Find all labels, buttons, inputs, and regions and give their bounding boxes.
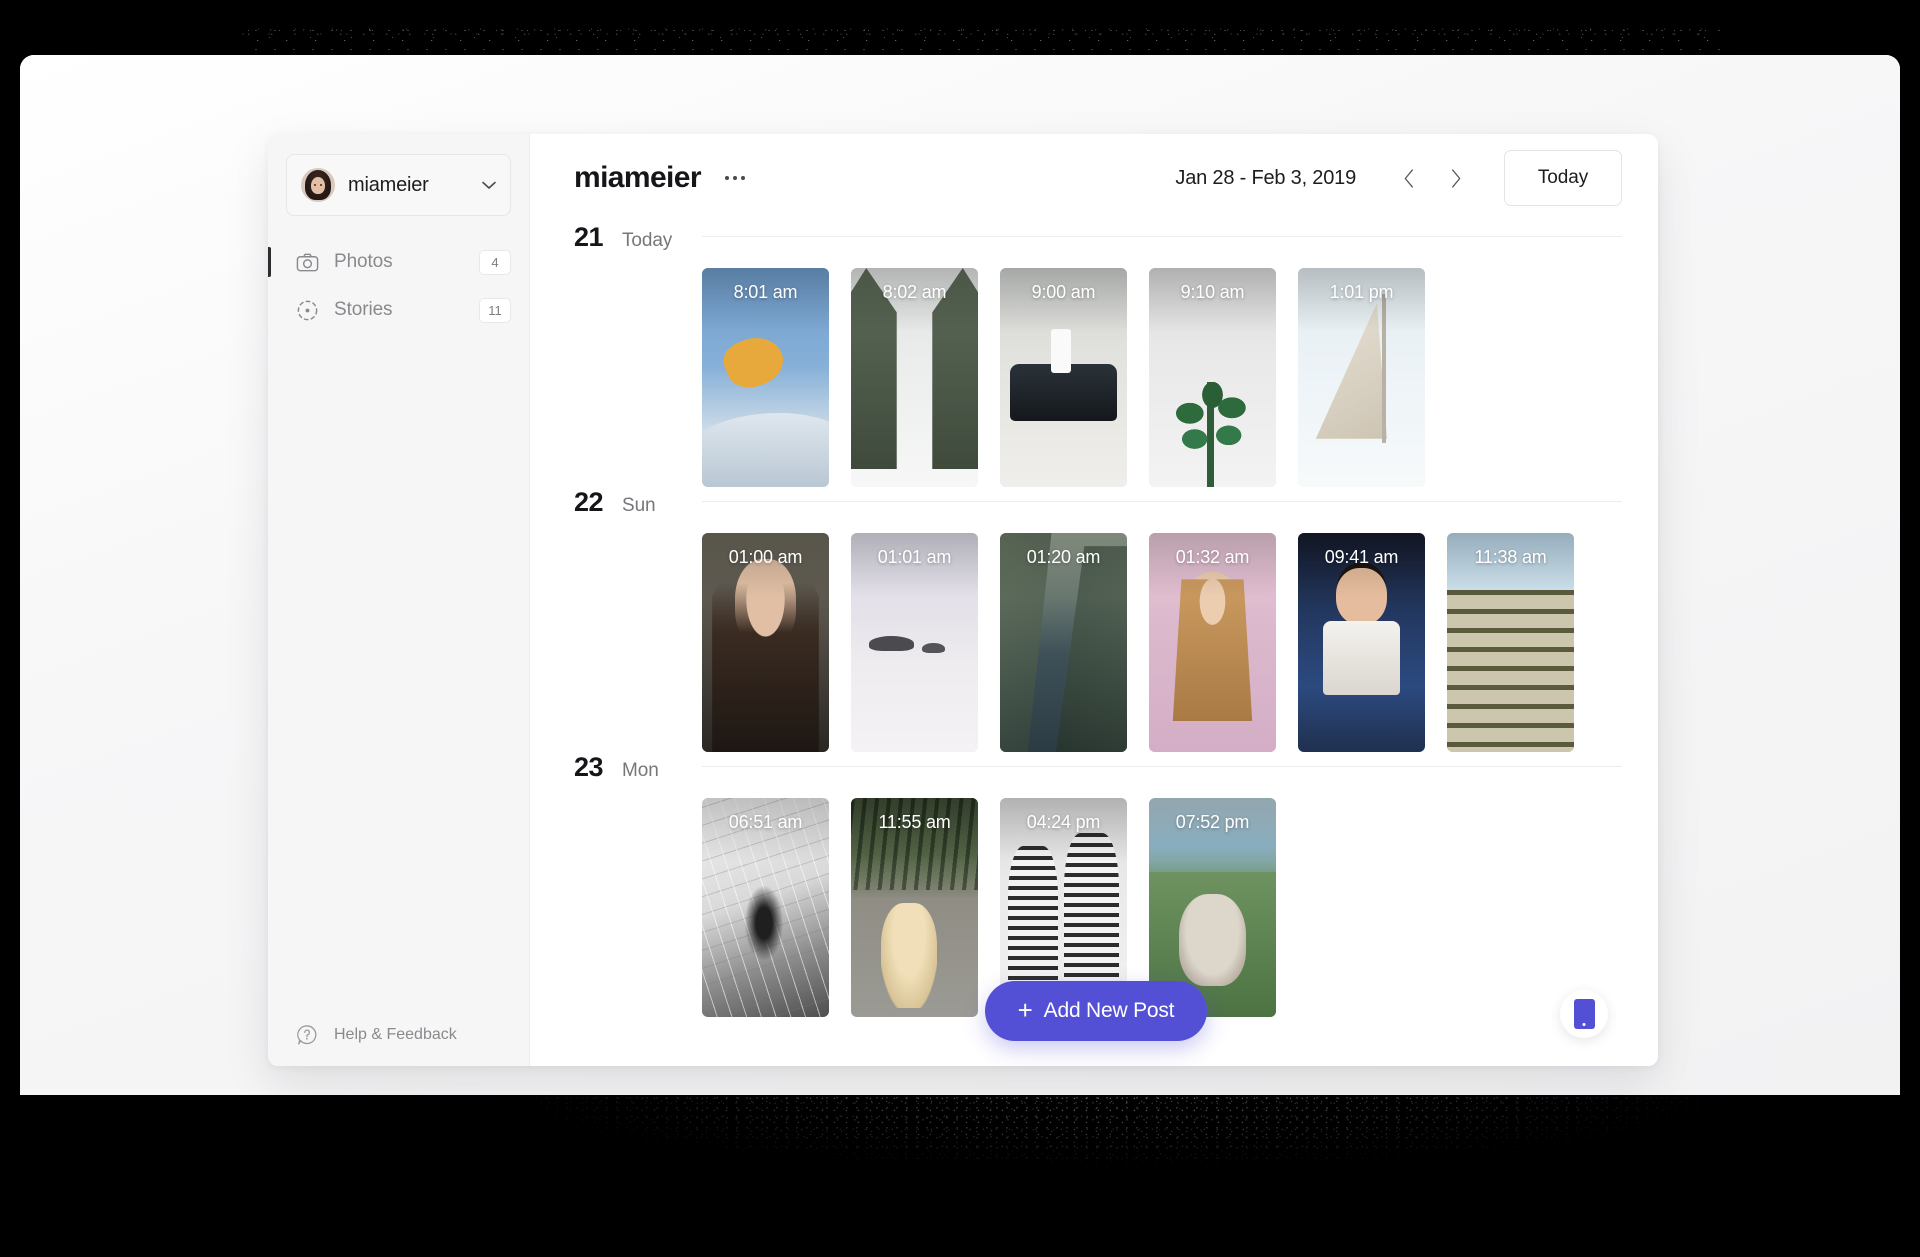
day-row: 23 Mon 06:51 am 11:55 am	[574, 752, 1658, 1017]
day-number: 22	[574, 487, 618, 518]
post-thumbnail[interactable]: 11:55 am	[851, 798, 978, 1017]
post-thumbnail[interactable]: 06:51 am	[702, 798, 829, 1017]
sidebar-spacer	[268, 334, 529, 1004]
question-mark-icon	[294, 1022, 320, 1048]
day-name: Mon	[622, 760, 659, 782]
post-thumbnail[interactable]: 01:32 am	[1149, 533, 1276, 752]
topbar: miameier Jan 28 - Feb 3, 2019 Today	[530, 134, 1658, 222]
day-header: 22 Sun	[574, 487, 1658, 533]
sidebar-item-badge: 11	[479, 298, 511, 323]
active-indicator	[268, 247, 271, 277]
post-time: 8:01 am	[702, 282, 829, 303]
sidebar-item-badge: 4	[479, 250, 511, 275]
post-time: 06:51 am	[702, 812, 829, 833]
mobile-preview-button[interactable]	[1560, 990, 1608, 1038]
post-thumbnail[interactable]: 11:38 am	[1447, 533, 1574, 752]
post-time: 04:24 pm	[1000, 812, 1127, 833]
mobile-phone-icon	[1574, 999, 1595, 1029]
page-title: miameier	[574, 161, 701, 195]
chevron-down-icon	[482, 181, 496, 190]
screenshot-stage: miameier Photos 4	[0, 0, 1920, 1257]
date-range-label: Jan 28 - Feb 3, 2019	[1175, 167, 1356, 190]
post-time: 01:20 am	[1000, 547, 1127, 568]
post-thumbnail[interactable]: 8:01 am	[702, 268, 829, 487]
post-time: 09:41 am	[1298, 547, 1425, 568]
avatar	[301, 168, 335, 202]
post-thumbnail[interactable]: 9:10 am	[1149, 268, 1276, 487]
main-content: miameier Jan 28 - Feb 3, 2019 Today	[530, 134, 1658, 1066]
post-thumbnail[interactable]: 01:20 am	[1000, 533, 1127, 752]
post-time: 07:52 pm	[1149, 812, 1276, 833]
day-thumbnails: 8:01 am 8:02 am 9:00 am	[574, 268, 1658, 487]
today-button[interactable]: Today	[1504, 150, 1622, 206]
post-thumbnail[interactable]: 09:41 am	[1298, 533, 1425, 752]
post-time: 11:55 am	[851, 812, 978, 833]
stories-circle-icon	[294, 297, 320, 323]
post-time: 1:01 pm	[1298, 282, 1425, 303]
sidebar-item-photos[interactable]: Photos 4	[268, 238, 529, 286]
sidebar-item-stories[interactable]: Stories 11	[268, 286, 529, 334]
post-time: 01:32 am	[1149, 547, 1276, 568]
account-switcher[interactable]: miameier	[286, 154, 511, 216]
day-number: 23	[574, 752, 618, 783]
day-header: 23 Mon	[574, 752, 1658, 798]
day-name: Sun	[622, 495, 656, 517]
help-and-feedback-button[interactable]: Help & Feedback	[268, 1004, 529, 1066]
post-time: 01:00 am	[702, 547, 829, 568]
plus-icon: +	[1018, 997, 1033, 1023]
day-thumbnails: 01:00 am 01:01 am 01:20 am	[574, 533, 1658, 752]
post-time: 11:38 am	[1447, 547, 1574, 568]
post-thumbnail[interactable]: 01:01 am	[851, 533, 978, 752]
day-row: 21 Today 8:01 am 8:02 am	[574, 222, 1658, 487]
account-name: miameier	[348, 174, 482, 197]
timeline: 21 Today 8:01 am 8:02 am	[530, 222, 1658, 1066]
add-new-post-label: Add New Post	[1044, 999, 1175, 1023]
post-time: 9:10 am	[1149, 282, 1276, 303]
day-divider	[702, 501, 1622, 502]
post-time: 01:01 am	[851, 547, 978, 568]
day-name: Today	[622, 230, 672, 252]
chevron-left-icon[interactable]	[1390, 159, 1428, 197]
day-row: 22 Sun 01:00 am 01:01 am	[574, 487, 1658, 752]
sidebar: miameier Photos 4	[268, 134, 530, 1066]
chevron-right-icon[interactable]	[1436, 159, 1474, 197]
today-button-label: Today	[1538, 167, 1588, 189]
app-window: miameier Photos 4	[268, 134, 1658, 1066]
ellipsis-icon[interactable]	[721, 168, 749, 188]
day-number: 21	[574, 222, 618, 253]
post-thumbnail[interactable]: 01:00 am	[702, 533, 829, 752]
sidebar-item-label: Photos	[334, 251, 479, 273]
decorative-speckle-bottom	[160, 1096, 1800, 1246]
help-and-feedback-label: Help & Feedback	[334, 1026, 457, 1044]
camera-icon	[294, 249, 320, 275]
sidebar-item-label: Stories	[334, 299, 479, 321]
post-time: 9:00 am	[1000, 282, 1127, 303]
day-header: 21 Today	[574, 222, 1658, 268]
post-thumbnail[interactable]: 8:02 am	[851, 268, 978, 487]
post-thumbnail[interactable]: 1:01 pm	[1298, 268, 1425, 487]
sidebar-nav: Photos 4 Stories 11	[268, 238, 529, 334]
day-divider	[702, 766, 1622, 767]
post-time: 8:02 am	[851, 282, 978, 303]
day-divider	[702, 236, 1622, 237]
add-new-post-button[interactable]: + Add New Post	[985, 981, 1207, 1041]
post-thumbnail[interactable]: 9:00 am	[1000, 268, 1127, 487]
